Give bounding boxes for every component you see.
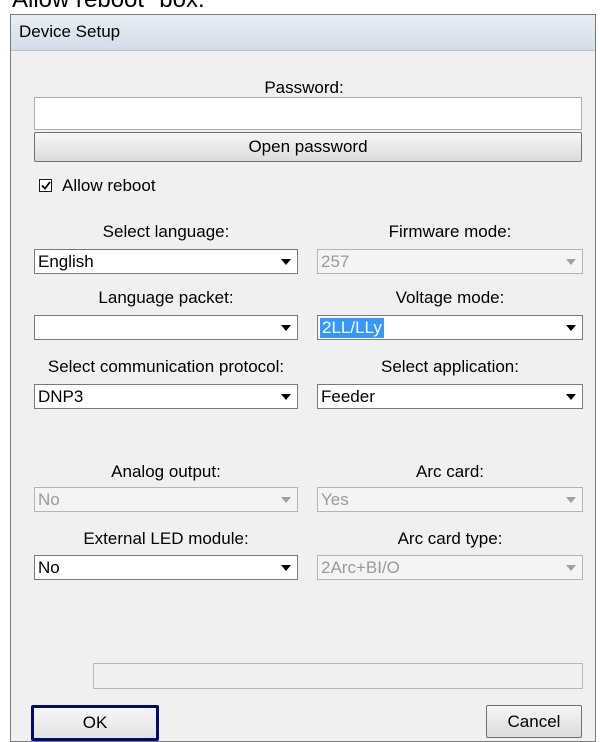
external-led-module-label: External LED module: <box>83 529 249 548</box>
chevron-down-icon <box>560 557 581 578</box>
external-led-module-dropdown[interactable]: No <box>34 555 298 580</box>
chevron-down-icon[interactable] <box>275 557 296 578</box>
cancel-button[interactable]: Cancel <box>486 705 582 738</box>
voltage-mode-dropdown[interactable]: 2LL/LLy <box>317 315 583 340</box>
communication-protocol-label: Select communication protocol: <box>47 357 285 376</box>
chevron-down-icon[interactable] <box>275 386 296 407</box>
chevron-down-icon <box>560 489 581 510</box>
chevron-down-icon <box>275 489 296 510</box>
arc-card-type-value: 2Arc+BI/O <box>321 558 400 577</box>
caption-text: Allow reboot" box. <box>12 0 205 14</box>
checkmark-icon <box>40 181 51 190</box>
title-bar: Device Setup <box>11 15 595 51</box>
password-input[interactable] <box>34 97 582 130</box>
voltage-mode-label: Voltage mode: <box>395 288 505 307</box>
voltage-mode-value: 2LL/LLy <box>320 318 384 338</box>
chevron-down-icon[interactable] <box>275 317 296 338</box>
ok-button[interactable]: OK <box>31 705 159 741</box>
language-packet-dropdown[interactable] <box>34 315 298 340</box>
device-setup-dialog: Device Setup Password: Open password All… <box>10 14 596 742</box>
select-application-label: Select application: <box>381 357 519 376</box>
chevron-down-icon[interactable] <box>560 317 581 338</box>
allow-reboot-checkbox[interactable] <box>39 179 52 192</box>
dialog-title: Device Setup <box>19 22 121 41</box>
chevron-down-icon[interactable] <box>275 251 296 272</box>
analog-output-label: Analog output: <box>111 462 221 481</box>
chevron-down-icon[interactable] <box>560 386 581 407</box>
arc-card-value: Yes <box>321 490 349 509</box>
arc-card-type-dropdown: 2Arc+BI/O <box>317 555 583 580</box>
arc-card-label: Arc card: <box>415 462 485 481</box>
communication-protocol-value: DNP3 <box>38 387 84 406</box>
communication-protocol-dropdown[interactable]: DNP3 <box>34 384 298 409</box>
select-language-dropdown[interactable]: English <box>34 249 298 274</box>
select-application-value: Feeder <box>321 387 375 406</box>
external-led-module-value: No <box>38 558 60 577</box>
select-language-value: English <box>38 252 94 271</box>
chevron-down-icon <box>560 251 581 272</box>
language-packet-label: Language packet: <box>98 288 234 307</box>
open-password-button[interactable]: Open password <box>34 132 582 162</box>
firmware-mode-dropdown: 257 <box>317 249 583 274</box>
analog-output-value: No <box>38 490 60 509</box>
progress-bar <box>93 663 583 689</box>
password-label: Password: <box>264 78 344 97</box>
analog-output-dropdown: No <box>34 487 298 512</box>
firmware-mode-value: 257 <box>321 252 350 271</box>
firmware-mode-label: Firmware mode: <box>388 222 512 241</box>
arc-card-type-label: Arc card type: <box>397 529 503 548</box>
select-application-dropdown[interactable]: Feeder <box>317 384 583 409</box>
arc-card-dropdown: Yes <box>317 487 583 512</box>
allow-reboot-label: Allow reboot <box>62 176 156 195</box>
select-language-label: Select language: <box>102 222 230 241</box>
